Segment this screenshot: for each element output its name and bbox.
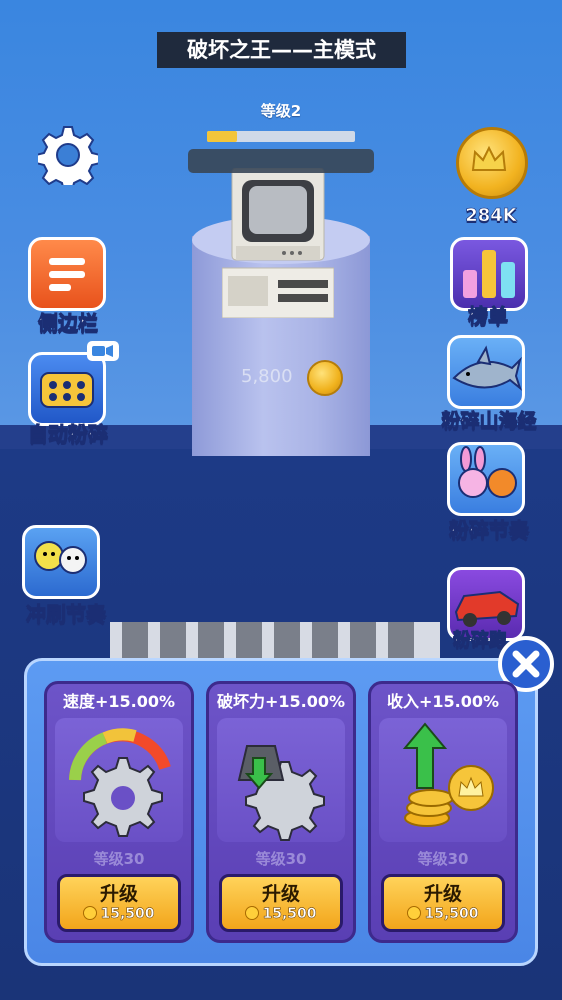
shred-mountain-label: 粉碎山海经 <box>441 410 537 433</box>
upgrade-button[interactable]: 升级 15,500 <box>219 874 343 932</box>
coin-icon <box>307 360 343 396</box>
level-progress-fill <box>207 131 237 142</box>
upgrade-title: 收入+15.00% <box>386 692 500 711</box>
upgrade-art <box>379 718 507 842</box>
upgrade-art <box>55 718 183 842</box>
computer-target-icon[interactable] <box>222 168 334 318</box>
shred-rhythm-button[interactable] <box>447 442 525 516</box>
coin-icon <box>407 906 422 920</box>
coin-icon <box>83 906 98 920</box>
upgrade-title: 破坏力+15.00% <box>216 692 346 711</box>
shark-icon <box>452 345 523 391</box>
upgrade-cost: 15,500 <box>384 906 502 922</box>
target-price: 5,800 <box>241 366 293 387</box>
close-icon <box>512 650 540 678</box>
upgrade-button-label: 升级 <box>99 883 138 905</box>
flush-rhythm-label: 冲刷节奏 <box>26 602 107 627</box>
upgrade-cost: 15,500 <box>60 906 178 922</box>
video-ad-icon <box>87 341 119 361</box>
sidebar-button[interactable] <box>28 237 106 311</box>
bunny-characters-icon <box>458 446 517 498</box>
coin-icon <box>245 906 260 920</box>
settings-gear-icon[interactable] <box>38 125 98 185</box>
upgrade-button-label: 升级 <box>261 883 300 905</box>
upgrade-button-label: 升级 <box>423 883 462 905</box>
upgrade-card-speed: 速度+15.00% 等级30 升级 15,500 <box>44 681 194 943</box>
speedometer-gear-icon <box>69 728 171 837</box>
upgrade-card-power: 破坏力+15.00% 等级30 升级 15,500 <box>206 681 356 943</box>
level-label: 等级2 <box>260 102 302 120</box>
coins-arrow-icon <box>402 722 494 827</box>
sidebar-label: 侧边栏 <box>38 311 99 336</box>
leaderboard-icon <box>463 250 515 298</box>
upgrade-cost-value: 15,500 <box>100 906 155 923</box>
auto-shred-label: 自动粉碎 <box>28 422 109 447</box>
upgrade-cost: 15,500 <box>222 906 340 922</box>
upgrade-cost-value: 15,500 <box>424 906 479 923</box>
weight-gear-icon <box>237 745 325 841</box>
upgrade-level: 等级30 <box>417 850 469 868</box>
coin-balance: 284K <box>465 205 517 227</box>
upgrade-level: 等级30 <box>93 850 145 868</box>
shred-mountain-button[interactable] <box>447 335 525 409</box>
flush-rhythm-button[interactable] <box>22 525 100 599</box>
upgrade-art <box>217 718 345 842</box>
upgrade-level: 等级30 <box>255 850 307 868</box>
upgrade-title: 速度+15.00% <box>62 692 176 711</box>
crown-coin-icon <box>456 127 528 199</box>
leaderboard-label: 榜单 <box>468 304 509 329</box>
target-health-bar <box>188 149 374 173</box>
upgrade-button[interactable]: 升级 15,500 <box>57 874 181 932</box>
upgrade-cost-value: 15,500 <box>262 906 317 923</box>
auto-shred-icon <box>40 372 94 408</box>
upgrade-card-income: 收入+15.00% 等级30 升级 15,500 <box>368 681 518 943</box>
level-progress-bar <box>207 131 355 142</box>
menu-list-icon <box>49 258 85 291</box>
page-title: 破坏之王——主模式 <box>157 32 406 68</box>
shred-rhythm-label: 粉碎节奏 <box>449 518 530 543</box>
upgrade-button[interactable]: 升级 15,500 <box>381 874 505 932</box>
cartoon-characters-icon <box>34 541 87 574</box>
